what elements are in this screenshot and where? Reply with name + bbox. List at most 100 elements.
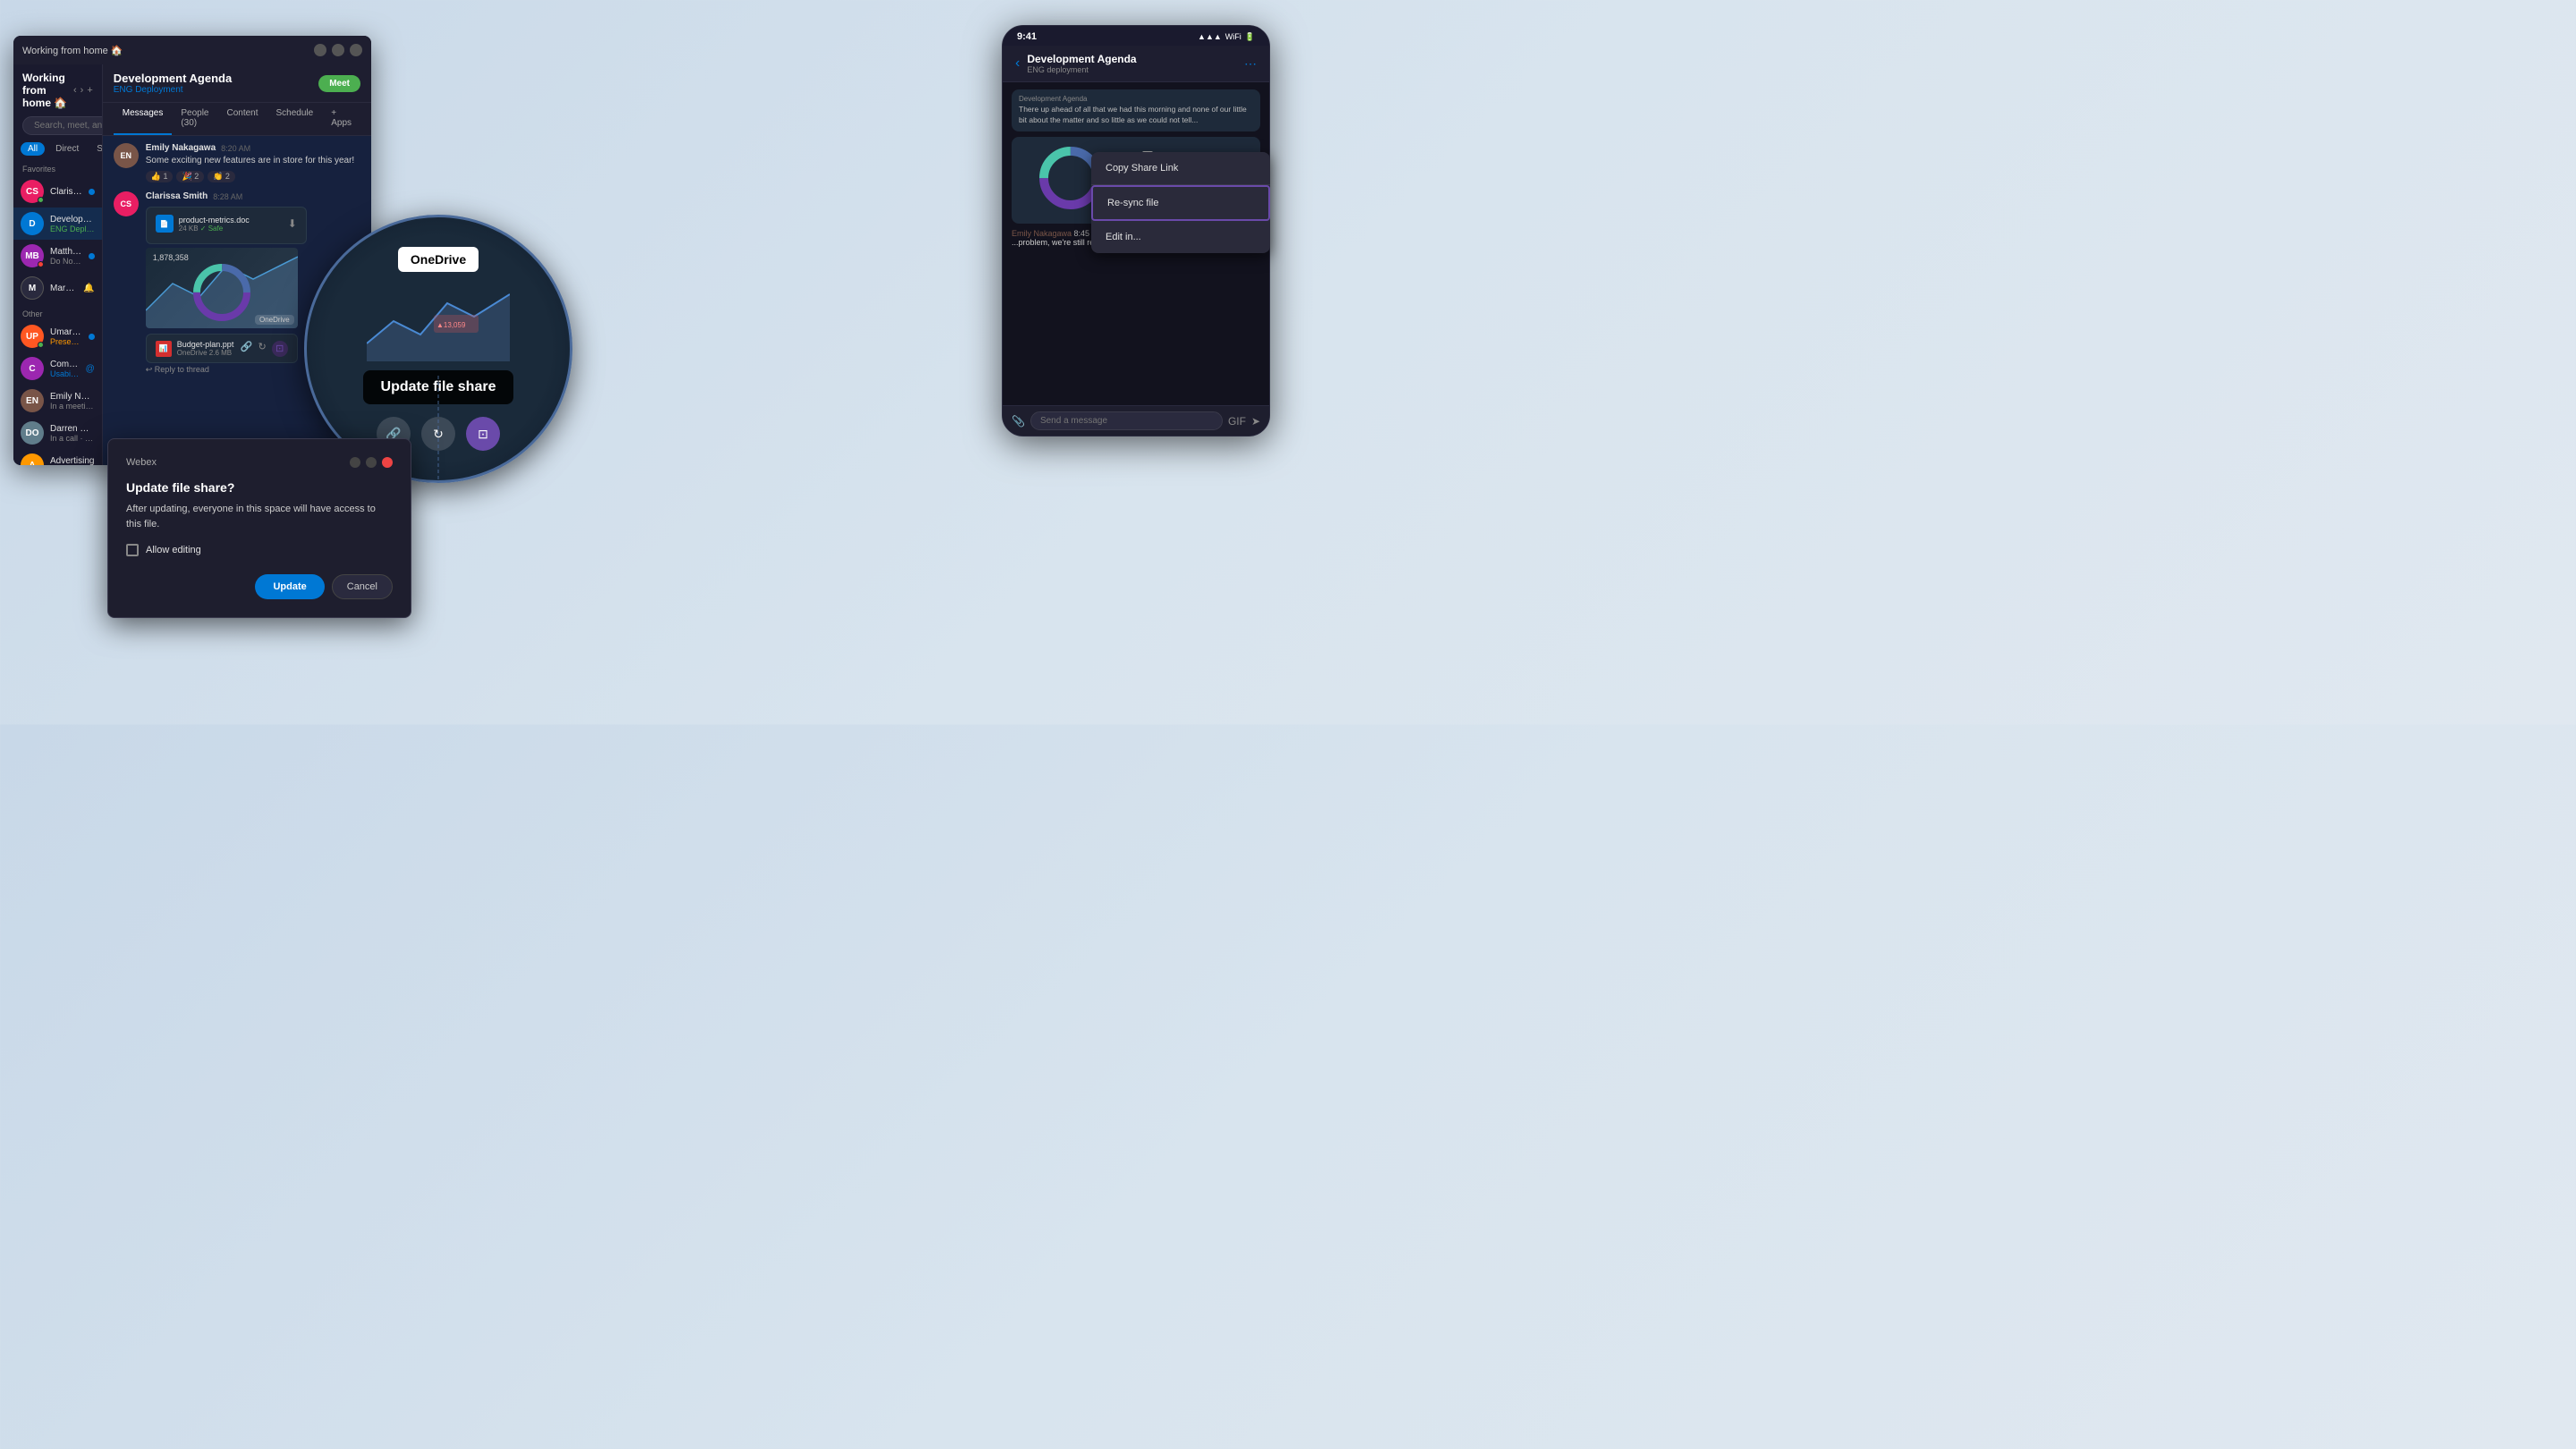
sidebar-item-clarissa[interactable]: CS Clarissa Smith <box>13 175 102 208</box>
avatar-umar: UP <box>21 325 44 348</box>
other-section-label: Other <box>13 304 102 320</box>
avatar-msg-clarissa: CS <box>114 191 139 216</box>
status-dot-clarissa <box>38 197 44 203</box>
mobile-attach-icon[interactable]: 📎 <box>1012 415 1025 428</box>
mobile-chat-sub: ENG deployment <box>1027 65 1136 74</box>
sidebar-item-name-common-metrics: Common Metrics <box>50 360 80 369</box>
msg-name-clarissa: Clarissa Smith <box>146 191 208 201</box>
sidebar-item-dev-agenda[interactable]: D Development Agenda ENG Deployment <box>13 208 102 240</box>
nav-add-icon[interactable]: + <box>87 85 92 96</box>
sidebar-item-common-metrics[interactable]: C Common Metrics Usability research @ <box>13 352 102 385</box>
file-safe: ✓ Safe <box>200 225 223 233</box>
msg-time-emily: 8:20 AM <box>221 144 250 153</box>
tab-schedule[interactable]: Schedule <box>267 103 323 135</box>
meet-button[interactable]: Meet <box>318 75 360 92</box>
tab-apps[interactable]: + Apps <box>322 103 360 135</box>
msg-text-emily: Some exciting new features are in store … <box>146 155 360 167</box>
mobile-header-right: ⋯ <box>1244 56 1257 72</box>
mobile-header: ‹ Development Agenda ENG deployment ⋯ <box>1003 46 1269 82</box>
dropdown-copy-share-link[interactable]: Copy Share Link <box>1091 152 1270 185</box>
avatar-common-metrics: C <box>21 357 44 380</box>
tab-content[interactable]: Content <box>217 103 267 135</box>
mobile-more-icon[interactable]: ⋯ <box>1244 56 1257 72</box>
favorites-section-label: Favorites <box>13 159 102 175</box>
window-title: Working from home 🏠 <box>22 45 123 56</box>
update-button[interactable]: Update <box>255 574 324 599</box>
dialog-buttons: Update Cancel <box>126 574 393 599</box>
sidebar-item-sub-umar: Presenting <box>50 337 82 346</box>
mobile-send-icon[interactable]: ➤ <box>1251 415 1260 428</box>
minimize-button[interactable]: − <box>314 44 326 56</box>
avatar-matthew: MB <box>21 244 44 267</box>
sidebar-item-name-clarissa: Clarissa Smith <box>50 187 82 197</box>
dialog-title: Update file share? <box>126 480 393 495</box>
mobile-gif-icon[interactable]: GIF <box>1228 415 1246 428</box>
avatar-clarissa: CS <box>21 180 44 203</box>
sidebar-item-darren[interactable]: DO Darren Owens In a call · Working from… <box>13 417 102 449</box>
mobile-dropdown-menu: Copy Share Link Re-sync file Edit in... <box>1091 152 1270 253</box>
sidebar-item-sub-dev-agenda: ENG Deployment <box>50 225 95 233</box>
dialog-maximize-button[interactable] <box>366 457 377 468</box>
sidebar-item-sub-emily: In a meeting · Catching up <box>50 402 95 411</box>
file-size: 24 KB <box>179 225 199 233</box>
sidebar-item-emily[interactable]: EN Emily Nakagawa In a meeting · Catchin… <box>13 385 102 417</box>
mobile-status-bar: 9:41 ▲▲▲ WiFi 🔋 <box>1003 26 1269 46</box>
sidebar-item-umar[interactable]: UP Umar Patel Presenting <box>13 320 102 352</box>
tab-messages[interactable]: Messages <box>114 103 173 135</box>
dropdown-edit-in[interactable]: Edit in... <box>1091 221 1270 253</box>
download-icon[interactable]: ⬇ <box>288 217 297 230</box>
avatar-advertising: A <box>21 453 44 465</box>
filter-tab-all[interactable]: All <box>21 142 45 156</box>
filter-tab-spaces[interactable]: Spaces <box>89 142 103 156</box>
sidebar-item-marketing-collateral[interactable]: M Marketing Collateral 🔔 <box>13 272 102 304</box>
link-icon[interactable]: 🔗 <box>241 341 253 357</box>
nav-next-icon[interactable]: › <box>80 85 84 96</box>
sidebar-item-name-advertising: Advertising <box>50 456 95 466</box>
tab-people[interactable]: People (30) <box>172 103 217 135</box>
sync-action-button[interactable]: ↻ <box>421 417 455 451</box>
share-update-icon[interactable]: ⊡ <box>272 341 288 357</box>
sidebar-item-sub-common-metrics: Usability research <box>50 369 80 378</box>
msg-name-emily: Emily Nakagawa <box>146 143 216 153</box>
sidebar-item-name-emily: Emily Nakagawa <box>50 392 95 402</box>
mobile-msg-1: Development Agenda There up ahead of all… <box>1012 89 1260 131</box>
cancel-button[interactable]: Cancel <box>332 574 393 599</box>
sidebar-title: Working from home 🏠 <box>22 72 73 109</box>
chart-preview: 1,878,358 OneDrive <box>146 248 298 328</box>
chat-tabs: Messages People (30) Content Schedule + … <box>103 103 371 136</box>
dialog-titlebar: Webex <box>126 457 393 468</box>
mobile-back-button[interactable]: ‹ <box>1015 55 1020 72</box>
mobile-status-icons: ▲▲▲ WiFi 🔋 <box>1198 32 1255 42</box>
budget-file-name: Budget-plan.ppt <box>177 340 234 349</box>
budget-file-meta: OneDrive 2.6 MB <box>177 349 234 357</box>
svg-text:▲13,059: ▲13,059 <box>436 321 466 329</box>
sync-icon[interactable]: ↻ <box>258 341 267 357</box>
msg-time-clarissa: 8:28 AM <box>213 192 242 201</box>
dialog-close-button[interactable] <box>382 457 393 468</box>
maximize-button[interactable]: □ <box>332 44 344 56</box>
window-titlebar: Working from home 🏠 − □ × <box>13 36 371 64</box>
share-action-button[interactable]: ⊡ <box>466 417 500 451</box>
dialog-minimize-button[interactable] <box>350 457 360 468</box>
update-file-share-dialog: Webex Update file share? After updating,… <box>107 438 411 618</box>
sidebar-item-advertising[interactable]: A Advertising Marketing Department <box>13 449 102 465</box>
close-button[interactable]: × <box>350 44 362 56</box>
sidebar-item-name-umar: Umar Patel <box>50 327 82 337</box>
sidebar-item-matthew[interactable]: MB Matthew Baker Do Not Disturb · Out fo… <box>13 240 102 272</box>
allow-editing-label: Allow editing <box>146 545 201 555</box>
mobile-message-input[interactable] <box>1030 411 1223 430</box>
chat-title: Development Agenda <box>114 72 232 85</box>
filter-tabs: All Direct Spaces <box>13 139 102 159</box>
avatar-dev-agenda: D <box>21 212 44 235</box>
budget-card[interactable]: 📊 Budget-plan.ppt OneDrive 2.6 MB 🔗 <box>146 334 298 363</box>
sidebar-item-name-matthew: Matthew Baker <box>50 247 82 257</box>
battery-icon: 🔋 <box>1245 32 1255 42</box>
titlebar-controls: − □ × <box>314 44 362 56</box>
allow-editing-checkbox[interactable] <box>126 544 139 556</box>
sidebar: Working from home 🏠 ‹ › + All Direct Spa… <box>13 64 103 465</box>
search-input[interactable] <box>22 116 103 135</box>
file-card-product-metrics[interactable]: 📄 product-metrics.doc 24 KB ✓ Safe ⬇ <box>146 207 307 244</box>
dropdown-resync-file[interactable]: Re-sync file <box>1091 185 1270 221</box>
nav-prev-icon[interactable]: ‹ <box>73 85 77 96</box>
filter-tab-direct[interactable]: Direct <box>48 142 86 156</box>
